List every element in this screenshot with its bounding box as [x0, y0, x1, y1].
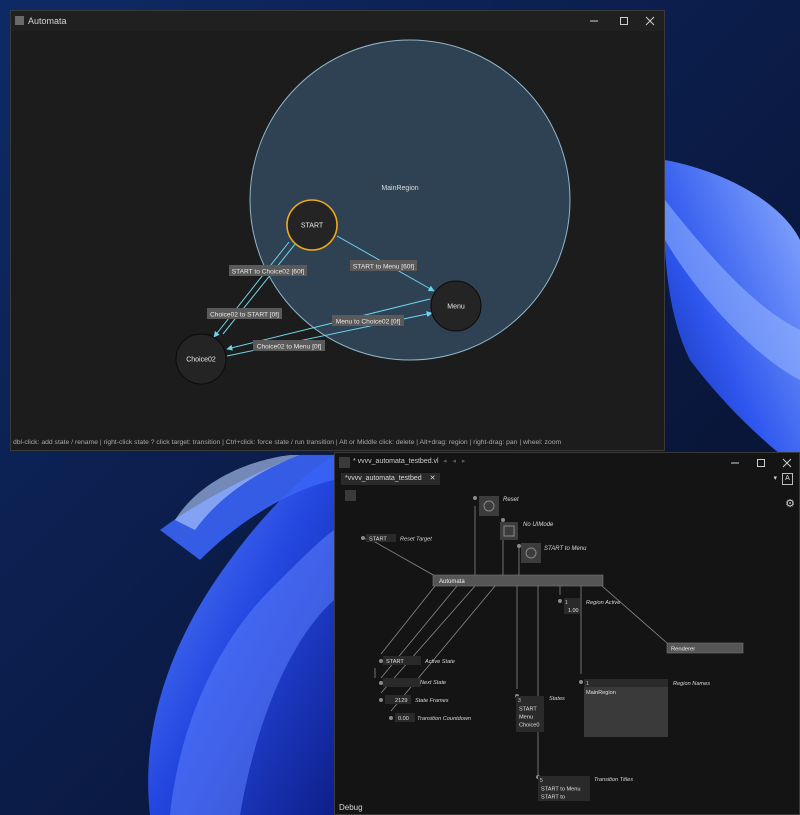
tab-label: *vvvv_automata_testbed — [345, 475, 422, 482]
no-uimode-toggle-node[interactable] — [500, 518, 518, 540]
start-to-menu-button-node[interactable] — [517, 543, 541, 563]
svg-text:Menu: Menu — [519, 715, 533, 721]
svg-text:Choice02 to Menu [0f]: Choice02 to Menu [0f] — [257, 344, 322, 351]
state-start[interactable]: START — [286, 199, 338, 251]
renderer-node[interactable]: Renderer — [666, 642, 744, 654]
vvvv-minimize-icon[interactable] — [723, 455, 747, 471]
automata-canvas[interactable]: MainRegion START to Choice02 [60f] START… — [11, 31, 664, 451]
region-names-spread-node[interactable]: 1 MainRegion — [579, 679, 668, 737]
font-toggle-button[interactable]: A — [782, 473, 793, 485]
svg-text:Menu: Menu — [447, 304, 465, 311]
tab-close-icon[interactable]: ✕ — [430, 475, 436, 482]
transition-label-start-to-menu[interactable]: START to Menu [60f] — [350, 260, 417, 271]
minimize-icon[interactable] — [582, 13, 606, 29]
region-label: MainRegion — [381, 185, 418, 192]
reset-target-node[interactable]: START — [361, 534, 396, 543]
transition-label-choice02-to-menu[interactable]: Choice02 to Menu [0f] — [253, 340, 325, 351]
vvvv-window-title: * vvvv_automata_testbed.vl — [353, 458, 439, 465]
tab-bar: *vvvv_automata_testbed ✕ ▾ A — [335, 471, 799, 486]
state-menu[interactable]: Menu — [430, 280, 482, 332]
state-frames-label: State Frames — [415, 698, 449, 704]
automata-node[interactable]: Automata — [432, 574, 604, 587]
transition-countdown-label: Transition Countdown — [417, 716, 471, 722]
patch-editor[interactable]: Reset No UIMode START to Menu START Rese… — [335, 486, 799, 801]
maximize-icon[interactable] — [612, 13, 636, 29]
svg-text:START to: START to — [541, 795, 565, 801]
active-state-label: Active State — [424, 659, 455, 665]
tab-patch[interactable]: *vvvv_automata_testbed ✕ — [341, 473, 440, 485]
transition-titles-label: Transition Titles — [594, 777, 633, 783]
no-uimode-label: No UIMode — [523, 522, 554, 528]
vvvv-titlebar[interactable]: * vvvv_automata_testbed.vl ◂ ◂ ▸ — [335, 453, 799, 471]
reset-label: Reset — [503, 497, 519, 503]
automata-window: Automata MainRegion START to Choice02 [6… — [10, 10, 665, 451]
status-bar: dbl-click: add state / rename | right-cl… — [13, 439, 562, 446]
vvvv-close-icon[interactable] — [775, 455, 799, 471]
svg-text:MainRegion: MainRegion — [586, 690, 616, 696]
svg-text:Automata: Automata — [439, 579, 465, 585]
nav-arrows-icon[interactable]: ◂ ◂ ▸ — [443, 457, 467, 465]
tab-dropdown-icon[interactable]: ▾ — [773, 474, 777, 482]
states-spread-node[interactable]: 3 START Menu Choice0 — [515, 694, 544, 732]
svg-text:Choice02: Choice02 — [186, 357, 216, 364]
svg-text:1: 1 — [565, 600, 568, 606]
transition-countdown-node[interactable]: 0.00 — [389, 713, 415, 722]
next-state-label: Next State — [420, 680, 446, 686]
svg-text:1.00: 1.00 — [568, 608, 579, 614]
vvvv-maximize-icon[interactable] — [749, 455, 773, 471]
active-state-node[interactable]: START — [379, 656, 421, 665]
start-to-menu-label: START to Menu — [544, 546, 587, 552]
svg-text:2129: 2129 — [395, 698, 407, 704]
states-label: States — [549, 696, 565, 702]
reset-target-label: Reset Target — [400, 537, 432, 543]
svg-text:START: START — [519, 707, 537, 713]
svg-text:Choice02 to START [0f]: Choice02 to START [0f] — [210, 312, 279, 319]
transition-titles-spread-node[interactable]: 5 START to Menu START to — [536, 775, 590, 801]
svg-text:Choice0: Choice0 — [519, 723, 540, 729]
transition-label-choice02-to-start[interactable]: Choice02 to START [0f] — [207, 308, 282, 319]
svg-text:3: 3 — [518, 698, 521, 704]
debug-label: Debug — [339, 803, 363, 812]
region-main[interactable] — [249, 39, 571, 361]
state-choice02[interactable]: Choice02 — [175, 333, 227, 385]
svg-text:1: 1 — [586, 681, 589, 687]
vvvv-window: * vvvv_automata_testbed.vl ◂ ◂ ▸ *vvvv_a… — [334, 452, 800, 815]
close-icon[interactable] — [638, 13, 662, 29]
automata-titlebar[interactable]: Automata — [11, 11, 664, 31]
reset-button-node[interactable] — [473, 496, 499, 516]
svg-text:Renderer: Renderer — [671, 647, 695, 653]
svg-text:START: START — [369, 537, 387, 543]
svg-text:START to Menu: START to Menu — [541, 787, 580, 793]
svg-text:START to Menu [60f]: START to Menu [60f] — [353, 264, 414, 271]
next-state-node[interactable] — [379, 678, 421, 687]
svg-text:5: 5 — [540, 778, 543, 784]
svg-text:START: START — [386, 659, 404, 665]
svg-text:0.00: 0.00 — [398, 716, 409, 722]
window-title: Automata — [28, 16, 67, 26]
patch-corner-box[interactable] — [345, 490, 356, 501]
svg-text:START to Choice02 [60f]: START to Choice02 [60f] — [232, 269, 305, 276]
transition-label-start-to-choice02[interactable]: START to Choice02 [60f] — [229, 265, 307, 276]
region-active-label: Region Active — [586, 600, 620, 606]
vvvv-app-icon — [339, 457, 350, 468]
region-names-label: Region Names — [673, 681, 710, 687]
app-icon — [15, 16, 24, 25]
svg-text:START: START — [301, 223, 324, 230]
svg-text:Menu to Choice02 [0f]: Menu to Choice02 [0f] — [336, 319, 401, 326]
transition-label-menu-to-choice02[interactable]: Menu to Choice02 [0f] — [332, 315, 404, 326]
region-active-node[interactable]: 1 1.00 — [558, 598, 580, 614]
state-frames-node[interactable]: 2129 — [379, 695, 411, 704]
